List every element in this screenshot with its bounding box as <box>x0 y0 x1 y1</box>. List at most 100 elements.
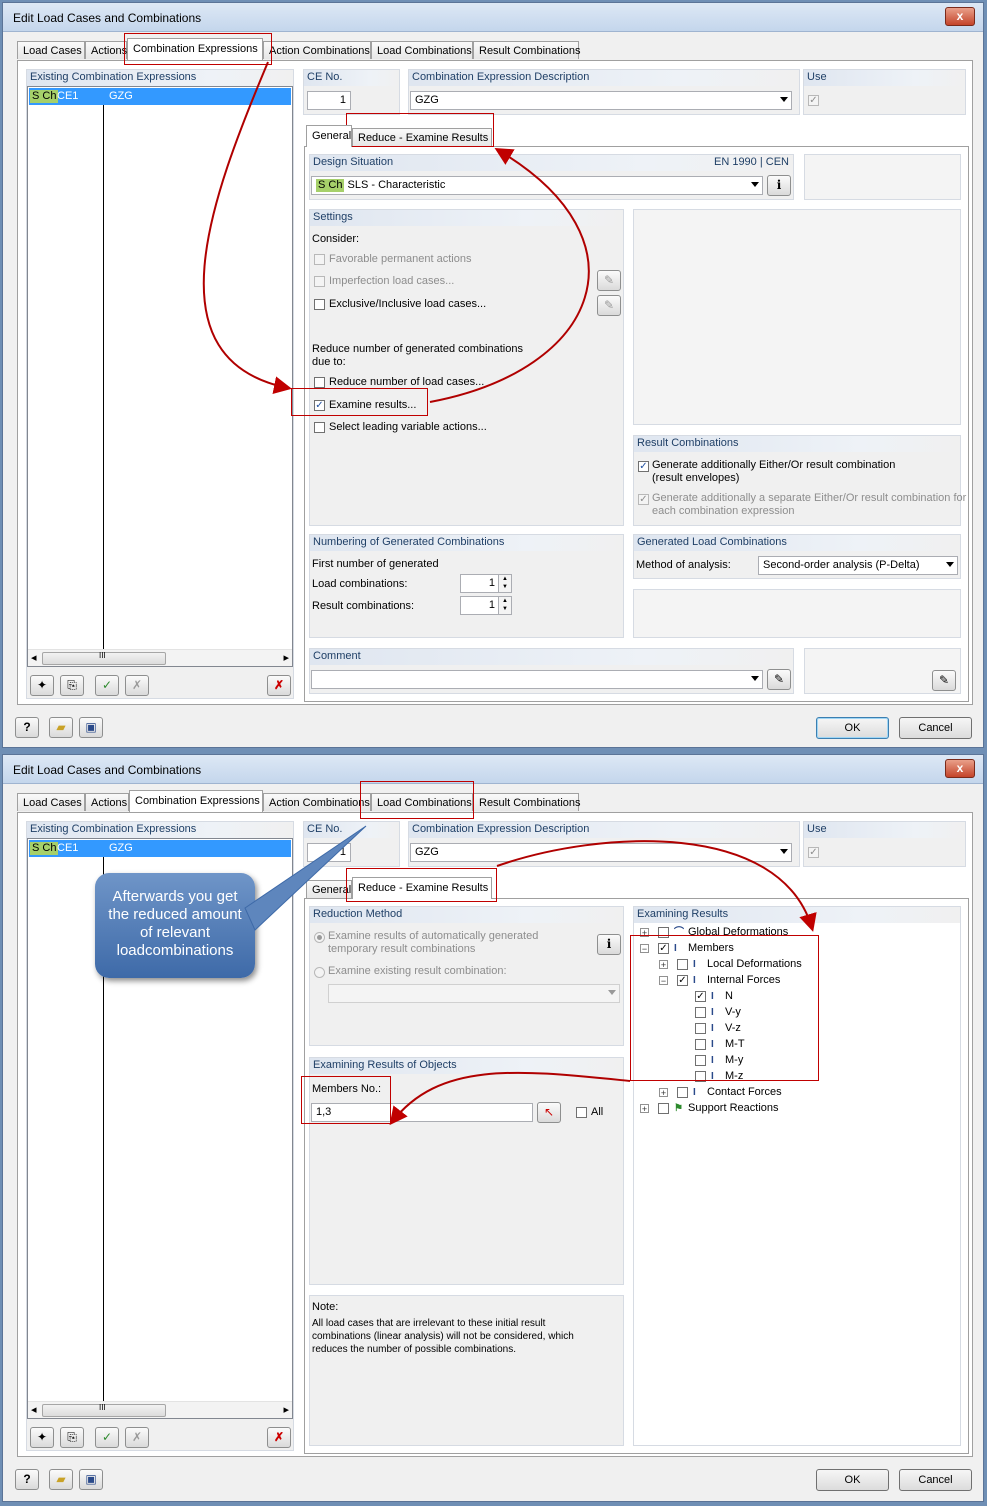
cancel-button[interactable]: Cancel <box>899 1469 972 1491</box>
reduce-load-cases-checkbox[interactable] <box>314 377 325 388</box>
ce-no-input[interactable]: 1 <box>307 91 351 110</box>
close-button[interactable]: x <box>945 7 975 26</box>
copy-expression-icon[interactable]: ⎘ <box>60 1427 84 1448</box>
scroll-thumb[interactable]: III <box>42 651 166 665</box>
scroll-right-icon[interactable]: ▸ <box>283 1403 289 1416</box>
tab-action-combinations[interactable]: Action Combinations <box>263 41 371 59</box>
highlight-members-no <box>301 1076 391 1124</box>
open-icon[interactable]: ▰ <box>49 1469 73 1490</box>
scroll-left-icon[interactable]: ◂ <box>31 651 37 664</box>
scroll-left-icon[interactable]: ◂ <box>31 1403 37 1416</box>
tab-actions[interactable]: Actions <box>85 41 127 59</box>
note-line-2: combinations (linear analysis) will not … <box>312 1331 574 1342</box>
lc-number-spinner[interactable]: ▲ ▼ <box>498 575 511 592</box>
cancel-button[interactable]: Cancel <box>899 717 972 739</box>
chevron-down-icon <box>780 849 788 854</box>
existing-expressions-group: Existing Combination Expressions S Ch CE… <box>26 69 294 699</box>
imperfection-checkbox[interactable] <box>314 276 325 287</box>
check-all-icon[interactable]: ✓ <box>95 675 119 696</box>
auto-temp-radio[interactable] <box>314 932 325 943</box>
subtab-reduce[interactable]: Reduce - Examine Results <box>352 877 492 899</box>
horizontal-scrollbar[interactable]: ◂ III ▸ <box>28 1401 292 1418</box>
separate-envelope-checkbox[interactable]: ✓ <box>638 494 649 505</box>
check-all-icon[interactable]: ✓ <box>95 1427 119 1448</box>
generated-combinations-label: Generated Load Combinations <box>634 535 960 551</box>
tab-action-combinations[interactable]: Action Combinations <box>263 793 371 811</box>
uncheck-all-icon[interactable]: ✗ <box>125 1427 149 1448</box>
tab-combination-expressions[interactable]: Combination Expressions <box>127 38 263 60</box>
use-group: Use ✓ <box>803 821 966 867</box>
use-checkbox[interactable]: ✓ <box>808 95 819 106</box>
envelope-checkbox[interactable]: ✓ <box>638 461 649 472</box>
use-label: Use <box>804 70 965 86</box>
leading-actions-checkbox[interactable] <box>314 422 325 433</box>
tab-result-combinations[interactable]: Result Combinations <box>473 793 581 811</box>
close-button[interactable]: x <box>945 759 975 778</box>
envelope-label-1: Generate additionally Either/Or result c… <box>652 459 896 471</box>
tab-load-combinations[interactable]: Load Combinations <box>371 41 473 59</box>
lc-number-input[interactable]: 1 ▲ ▼ <box>460 574 512 593</box>
settings-label: Settings <box>310 210 623 226</box>
copy-expression-icon[interactable]: ⎘ <box>60 675 84 696</box>
sch-badge: S Ch <box>30 842 59 855</box>
scroll-thumb[interactable]: III <box>42 1403 166 1417</box>
dialog-title: Edit Load Cases and Combinations <box>13 763 202 777</box>
examining-results-label: Examining Results <box>634 907 960 923</box>
delete-icon[interactable]: ✗ <box>267 675 291 696</box>
scroll-right-icon[interactable]: ▸ <box>283 651 289 664</box>
help-icon[interactable]: ? <box>15 1469 39 1490</box>
horizontal-scrollbar[interactable]: ◂ III ▸ <box>28 649 292 666</box>
ce-description-label: Combination Expression Description <box>409 822 799 838</box>
ok-button[interactable]: OK <box>816 1469 889 1491</box>
list-item[interactable]: S Ch CE1 GZG <box>29 840 291 857</box>
subtab-general[interactable]: General <box>306 125 352 147</box>
use-checkbox[interactable]: ✓ <box>808 847 819 858</box>
all-members-label: All <box>591 1106 604 1118</box>
list-item[interactable]: S Ch CE1 GZG <box>29 88 291 105</box>
ce-no-label: CE No. <box>304 70 399 86</box>
ce-description-combo[interactable]: GZG <box>410 91 792 110</box>
save-icon[interactable]: ▣ <box>79 717 103 738</box>
generated-extra <box>633 589 961 638</box>
design-situation-combo[interactable]: S Ch SLS - Characteristic <box>311 176 763 195</box>
existing-rc-radio[interactable] <box>314 967 325 978</box>
open-icon[interactable]: ▰ <box>49 717 73 738</box>
note-line-3: reduces the number of possible combinati… <box>312 1344 517 1355</box>
details-edit-icon[interactable]: ✎ <box>932 670 956 691</box>
envelope-label-2: (result envelopes) <box>652 472 740 484</box>
ce-no-input[interactable]: 1 <box>307 843 351 862</box>
save-icon[interactable]: ▣ <box>79 1469 103 1490</box>
pick-members-icon[interactable]: ↖ <box>537 1102 561 1123</box>
info-icon[interactable]: i <box>767 175 791 196</box>
tab-combination-expressions[interactable]: Combination Expressions <box>129 790 263 812</box>
dialog-title: Edit Load Cases and Combinations <box>13 11 202 25</box>
existing-rc-combo[interactable] <box>328 984 620 1003</box>
favorable-checkbox[interactable] <box>314 254 325 265</box>
tab-load-cases[interactable]: Load Cases <box>17 41 85 59</box>
uncheck-all-icon[interactable]: ✗ <box>125 675 149 696</box>
comment-edit-icon[interactable]: ✎ <box>767 669 791 690</box>
tree-checkbox <box>658 1103 669 1114</box>
comment-combo[interactable] <box>311 670 763 689</box>
new-expression-icon[interactable]: ✦ <box>30 1427 54 1448</box>
new-expression-icon[interactable]: ✦ <box>30 675 54 696</box>
tab-actions[interactable]: Actions <box>85 793 129 811</box>
exclusive-checkbox[interactable] <box>314 299 325 310</box>
generated-combinations-group: Generated Load Combinations Method of an… <box>633 534 961 579</box>
rc-number-spinner[interactable]: ▲ ▼ <box>498 597 511 614</box>
info-icon[interactable]: i <box>597 934 621 955</box>
ok-button[interactable]: OK <box>816 717 889 739</box>
favorable-label: Favorable permanent actions <box>329 253 472 265</box>
delete-icon[interactable]: ✗ <box>267 1427 291 1448</box>
tab-result-combinations[interactable]: Result Combinations <box>473 41 581 59</box>
existing-rc-label: Examine existing result combination: <box>328 965 507 977</box>
ce-description-combo[interactable]: GZG <box>410 843 792 862</box>
imperfection-edit-icon[interactable]: ✎ <box>597 270 621 291</box>
tab-load-cases[interactable]: Load Cases <box>17 793 85 811</box>
callout-line-2: the reduced amount <box>108 906 242 923</box>
exclusive-edit-icon[interactable]: ✎ <box>597 295 621 316</box>
rc-number-input[interactable]: 1 ▲ ▼ <box>460 596 512 615</box>
method-combo[interactable]: Second-order analysis (P-Delta) <box>758 556 958 575</box>
all-members-checkbox[interactable] <box>576 1107 587 1118</box>
help-icon[interactable]: ? <box>15 717 39 738</box>
